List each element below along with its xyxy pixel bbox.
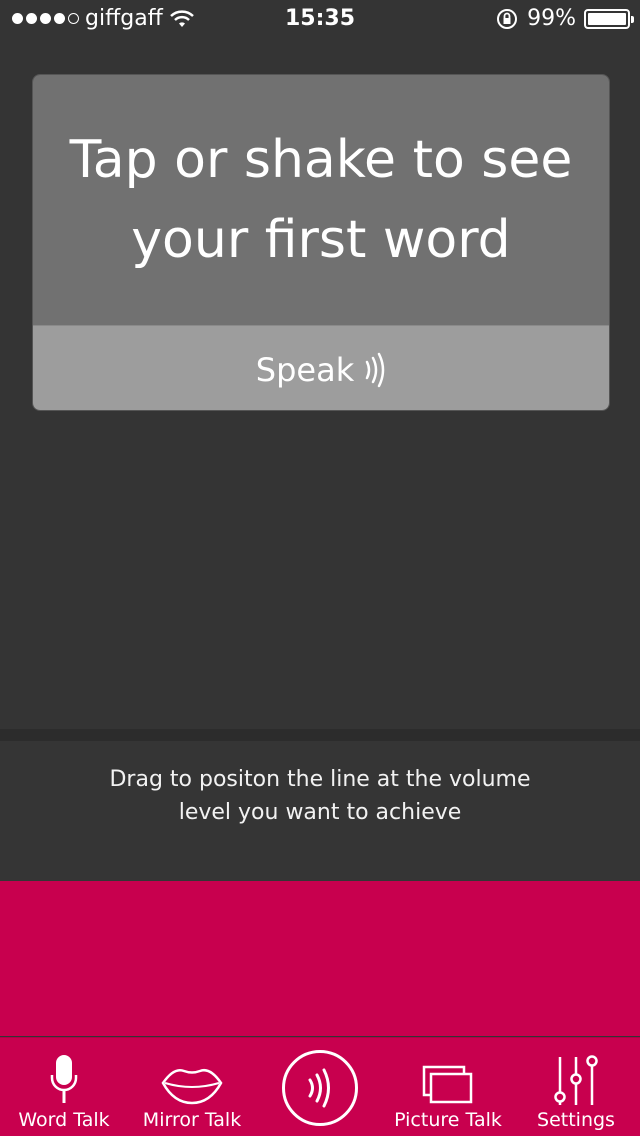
speak-button[interactable]: Speak	[33, 325, 609, 410]
word-display[interactable]: Tap or shake to see your first word	[33, 75, 609, 325]
battery-icon	[584, 8, 634, 29]
instructions-panel: Drag to positon the line at the volume l…	[0, 741, 640, 881]
speak-circle-button[interactable]	[282, 1049, 358, 1126]
battery-fill	[588, 12, 626, 25]
status-right: 99%	[495, 6, 634, 31]
battery-percent: 99%	[527, 6, 576, 31]
app-screen: giffgaff 15:35 99% Tap or shake to see y…	[0, 0, 640, 1136]
sliders-icon	[554, 1055, 598, 1105]
lips-icon	[161, 1069, 223, 1105]
instructions-text: Drag to positon the line at the volume l…	[109, 767, 531, 825]
tab-picture-talk[interactable]: Picture Talk	[384, 1038, 512, 1136]
tab-mirror-talk[interactable]: Mirror Talk	[128, 1038, 256, 1136]
sound-waves-icon	[308, 1068, 330, 1107]
tab-label: Mirror Talk	[142, 1109, 242, 1131]
tab-word-talk[interactable]: Word Talk	[0, 1038, 128, 1136]
speak-label: Speak	[255, 350, 355, 389]
tab-bar: Word Talk Mirror Talk Picture Talk Setti…	[0, 1037, 640, 1136]
status-bar: giffgaff 15:35 99%	[0, 0, 640, 40]
section-divider	[0, 729, 640, 741]
tab-settings[interactable]: Settings	[512, 1038, 640, 1136]
tab-label: Word Talk	[18, 1109, 110, 1131]
tab-speak[interactable]	[256, 1038, 384, 1136]
word-card[interactable]: Tap or shake to see your first word Spea…	[32, 74, 610, 411]
word-prompt: Tap or shake to see your first word	[69, 130, 573, 270]
microphone-icon	[50, 1055, 78, 1103]
tab-label: Settings	[537, 1109, 615, 1131]
volume-level-area[interactable]	[0, 881, 640, 1036]
rotation-lock-icon	[497, 8, 518, 29]
sound-waves-icon	[365, 352, 385, 387]
tab-label: Picture Talk	[394, 1109, 502, 1131]
pictures-icon	[422, 1065, 473, 1104]
